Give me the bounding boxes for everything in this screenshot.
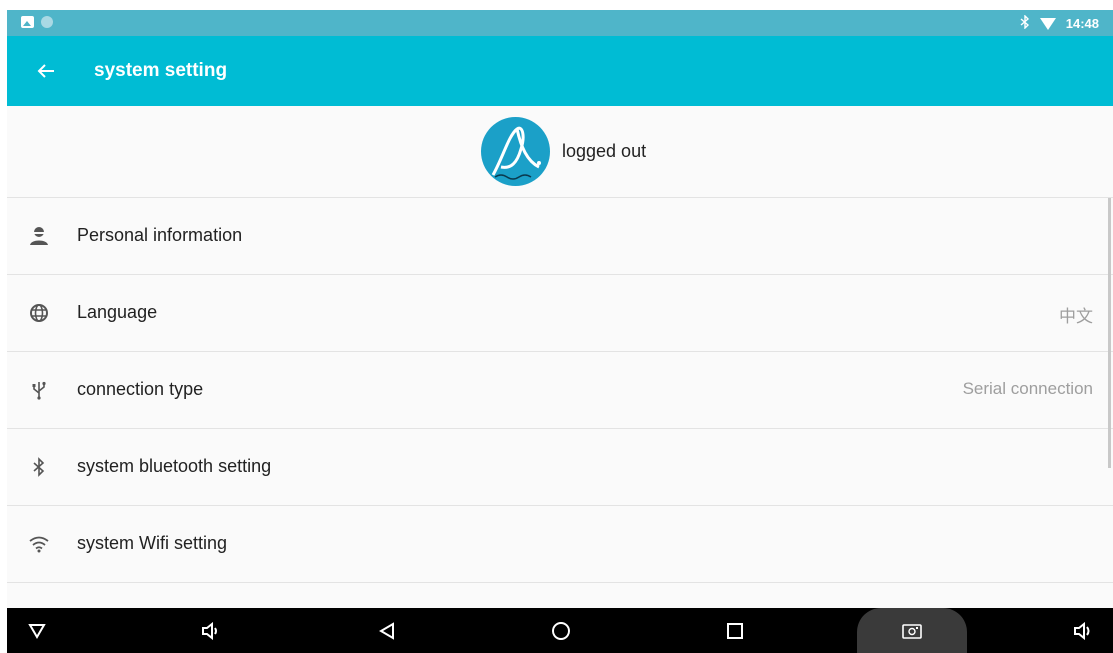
wifi-icon — [1039, 17, 1056, 30]
hide-nav-button[interactable] — [7, 608, 67, 653]
gallery-icon — [21, 16, 34, 28]
volume-up-button[interactable] — [1053, 608, 1113, 653]
profile-header[interactable]: logged out — [7, 106, 1113, 198]
settings-item-connection-type[interactable]: connection type Serial connection — [7, 352, 1113, 429]
settings-item-label: system bluetooth setting — [77, 456, 272, 476]
settings-item-value: 中文 — [1059, 307, 1093, 326]
circle-notification-icon — [41, 16, 53, 28]
settings-item-label: system Wifi setting — [77, 533, 228, 553]
screen: 14:48 system setting logged out Personal… — [7, 10, 1113, 653]
bluetooth-icon — [27, 455, 51, 479]
wifi-icon — [27, 532, 51, 556]
person-icon — [27, 224, 51, 248]
screenshot-icon — [902, 623, 922, 639]
recents-icon — [727, 622, 743, 639]
back-icon — [379, 621, 394, 640]
settings-item-label: Language — [77, 302, 158, 322]
page-title: system setting — [94, 60, 228, 81]
settings-item-bluetooth[interactable]: system bluetooth setting — [7, 429, 1113, 506]
settings-item-value: Serial connection — [962, 379, 1093, 398]
scrollbar[interactable] — [1108, 198, 1111, 468]
home-nav-button[interactable] — [531, 608, 591, 653]
settings-item-label: connection type — [77, 379, 204, 399]
screenshot-button[interactable] — [882, 608, 942, 653]
settings-item-wifi[interactable]: system Wifi setting — [7, 506, 1113, 583]
volume-down-button[interactable] — [180, 608, 240, 653]
arrow-left-icon — [37, 64, 54, 78]
settings-item-label: Personal information — [77, 225, 243, 245]
navigation-bar — [7, 608, 1113, 653]
bluetooth-icon — [1020, 14, 1030, 32]
volume-up-icon — [1074, 621, 1090, 640]
avatar[interactable] — [481, 117, 550, 186]
settings-item-language[interactable]: Language 中文 — [7, 275, 1113, 352]
settings-item-personal-information[interactable]: Personal information — [7, 198, 1113, 275]
status-bar: 14:48 — [7, 10, 1113, 36]
usb-icon — [27, 378, 51, 402]
recents-nav-button[interactable] — [705, 608, 765, 653]
globe-icon — [27, 301, 51, 325]
volume-down-icon — [202, 621, 217, 640]
app-bar: system setting — [7, 36, 1113, 106]
settings-list: Personal information Language 中文 connect… — [7, 198, 1113, 583]
status-time: 14:48 — [1065, 16, 1099, 31]
login-status[interactable]: logged out — [562, 141, 646, 162]
back-button[interactable] — [31, 56, 61, 86]
back-nav-button[interactable] — [357, 608, 417, 653]
hide-nav-icon — [28, 623, 46, 639]
home-icon — [552, 621, 570, 640]
